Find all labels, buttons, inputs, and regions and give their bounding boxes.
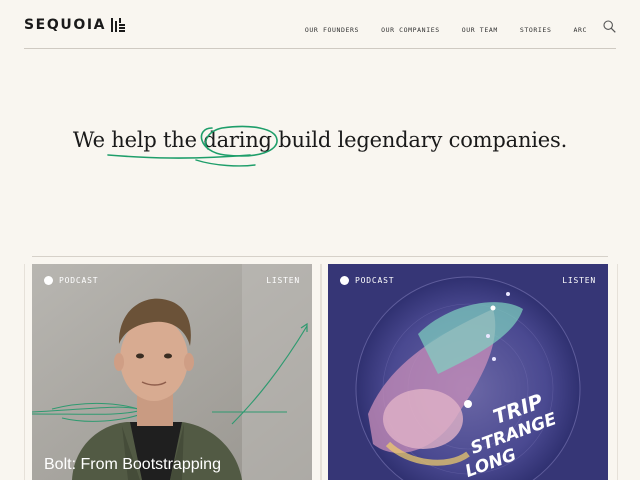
podcast-tag: PODCAST	[44, 276, 98, 285]
founder-portrait-image	[32, 264, 312, 480]
nav-arc[interactable]: ARC	[573, 26, 587, 34]
logo-mark-icon	[111, 18, 126, 32]
hero-headline: We help the daring build legendary compa…	[72, 128, 568, 152]
nav-stories[interactable]: STORIES	[520, 26, 552, 34]
nav-our-companies[interactable]: OUR COMPANIES	[381, 26, 440, 34]
podcast-card-bolt[interactable]: PODCAST LISTEN Bolt: From Bootstrapping	[32, 264, 312, 480]
listen-link[interactable]: LISTEN	[266, 276, 300, 285]
podcast-dot-icon	[340, 276, 349, 285]
section-divider	[32, 256, 608, 257]
search-icon[interactable]	[603, 20, 616, 33]
sequoia-logo[interactable]: SEQUOIA	[24, 17, 126, 33]
main-nav: OUR FOUNDERS OUR COMPANIES OUR TEAM STOR…	[283, 20, 616, 36]
header-divider	[24, 48, 616, 49]
card-title[interactable]: Bolt: From Bootstrapping	[44, 456, 221, 474]
podcast-tag: PODCAST	[340, 276, 394, 285]
site-header: SEQUOIA OUR FOUNDERS OUR COMPANIES OUR T…	[0, 0, 640, 48]
hero: We help the daring build legendary compa…	[0, 128, 640, 152]
podcast-tag-label: PODCAST	[355, 276, 395, 285]
podcast-tag-label: PODCAST	[59, 276, 99, 285]
logo-wordmark: SEQUOIA	[24, 17, 107, 33]
podcast-card-long-strange-trip[interactable]: TRIP STRANGE LONG PODCAST LISTEN	[328, 264, 608, 480]
vinyl-record-artwork: TRIP STRANGE LONG	[328, 264, 608, 480]
nav-our-founders[interactable]: OUR FOUNDERS	[305, 26, 359, 34]
podcast-dot-icon	[44, 276, 53, 285]
nav-our-team[interactable]: OUR TEAM	[462, 26, 498, 34]
hand-drawn-underline-circle	[107, 125, 278, 167]
listen-link[interactable]: LISTEN	[562, 276, 596, 285]
